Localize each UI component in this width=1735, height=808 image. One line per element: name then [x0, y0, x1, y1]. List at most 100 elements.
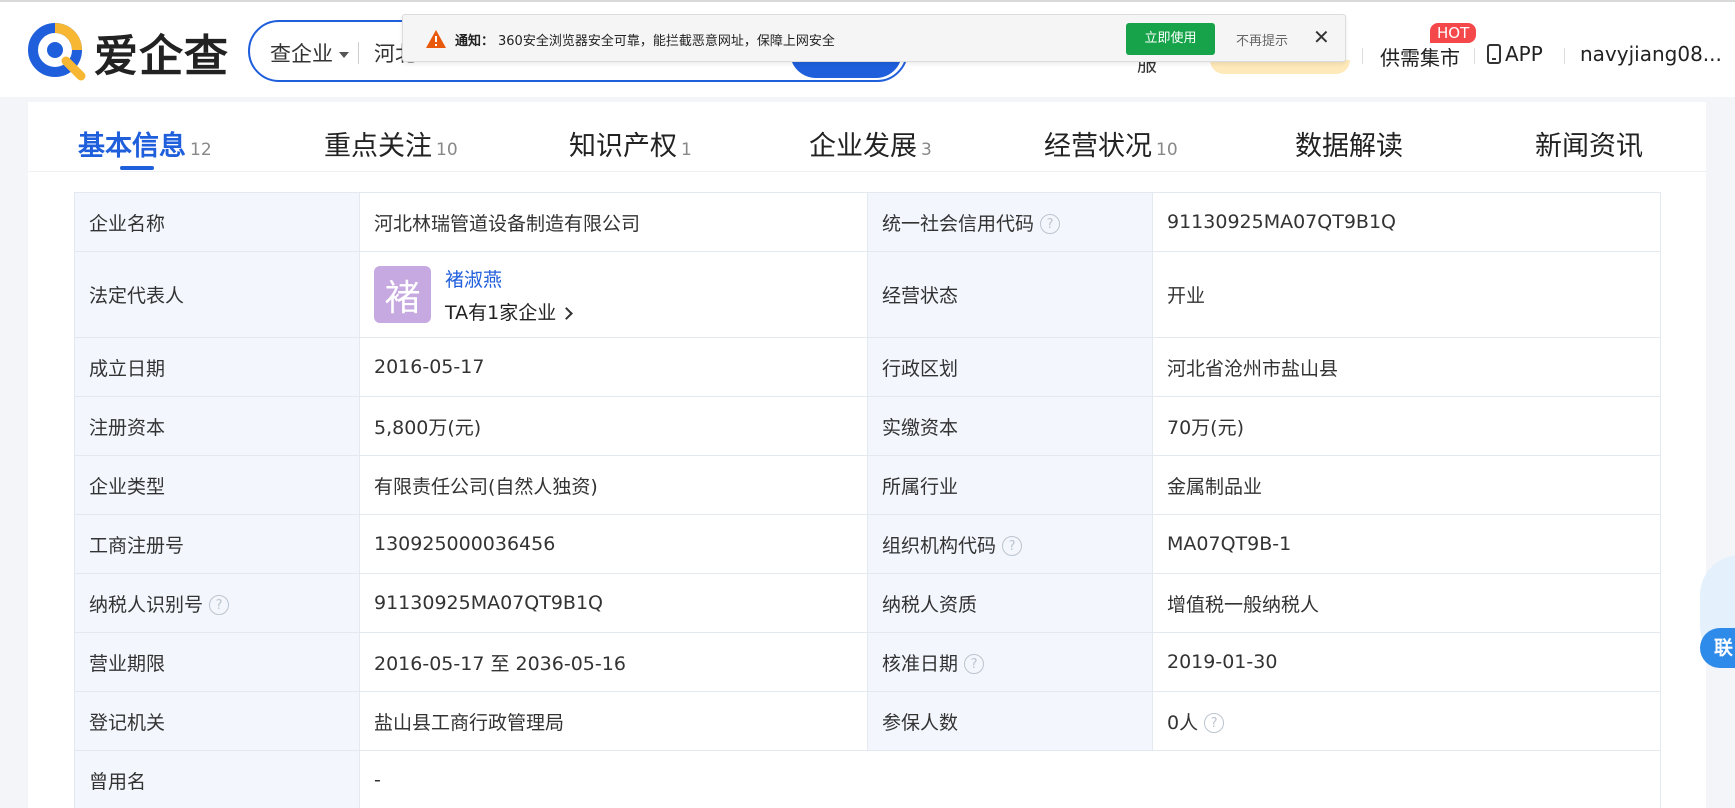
founded-label: 成立日期 [74, 337, 360, 397]
avatar[interactable]: 褚 [374, 266, 431, 323]
authority-value: 盐山县工商行政管理局 [359, 691, 868, 751]
approval-date-label: 核准日期 [882, 652, 959, 675]
tab-news[interactable]: 新闻资讯 [1535, 124, 1643, 163]
table-row: 成立日期 2016-05-17 行政区划 河北省沧州市盐山县 [74, 337, 1661, 397]
legal-rep-companies-text: TA有1家企业 [445, 301, 557, 324]
hot-badge: HOT [1430, 23, 1477, 43]
tab-label: 经营状况 [1044, 131, 1152, 162]
biz-reg-no-label: 工商注册号 [74, 514, 360, 574]
insured-value: 0人 [1167, 711, 1199, 734]
term-label: 营业期限 [74, 632, 360, 692]
taxpayer-qual-value: 增值税一般纳税人 [1152, 573, 1661, 633]
phone-icon [1487, 44, 1501, 64]
table-row: 工商注册号 130925000036456 组织机构代码? MA07QT9B-1 [74, 514, 1661, 574]
industry-label: 所属行业 [867, 455, 1153, 515]
tab-label: 重点关注 [324, 131, 432, 162]
status-value: 开业 [1152, 251, 1661, 338]
tab-operations[interactable]: 经营状况 10 [1044, 124, 1178, 163]
app-link[interactable]: APP [1487, 42, 1543, 66]
legal-rep-label: 法定代表人 [74, 251, 360, 338]
org-code-value: MA07QT9B-1 [1152, 514, 1661, 574]
help-icon[interactable]: ? [209, 595, 230, 615]
company-name-value: 河北林瑞管道设备制造有限公司 [359, 192, 868, 252]
former-name-label: 曾用名 [74, 750, 360, 808]
company-type-value: 有限责任公司(自然人独资) [359, 455, 868, 515]
paid-capital-label: 实缴资本 [867, 396, 1153, 456]
credit-code-value: 91130925MA07QT9B1Q [1152, 192, 1661, 252]
use-now-button[interactable]: 立即使用 [1126, 23, 1215, 55]
table-row: 企业类型 有限责任公司(自然人独资) 所属行业 金属制品业 [74, 455, 1661, 515]
taxpayer-id-label: 纳税人识别号 [89, 593, 204, 616]
org-code-label: 组织机构代码 [882, 534, 997, 557]
founded-value: 2016-05-17 [359, 337, 868, 397]
warning-icon [426, 30, 446, 48]
legal-rep-companies-link[interactable]: TA有1家企业 [445, 301, 574, 324]
tab-key-focus[interactable]: 重点关注 10 [324, 124, 458, 163]
tab-label: 新闻资讯 [1535, 131, 1643, 162]
insured-label: 参保人数 [867, 691, 1153, 751]
taxpayer-id-value: 91130925MA07QT9B1Q [359, 573, 868, 633]
close-icon[interactable]: ✕ [1313, 25, 1330, 49]
credit-code-label: 统一社会信用代码 [882, 212, 1035, 235]
site-logo[interactable]: 爱企查 [26, 20, 229, 84]
tab-count: 1 [681, 140, 692, 160]
biz-reg-no-value: 130925000036456 [359, 514, 868, 574]
table-row: 营业期限 2016-05-17 至 2036-05-16 核准日期? 2019-… [74, 632, 1661, 692]
term-value: 2016-05-17 至 2036-05-16 [359, 632, 868, 692]
notification-text: 360安全浏览器安全可靠，能拦截恶意网址，保障上网安全 [498, 34, 835, 49]
tab-label: 企业发展 [809, 131, 917, 162]
org-code-label-cell: 组织机构代码? [867, 514, 1153, 574]
tab-count: 12 [190, 140, 212, 160]
credit-code-label-cell: 统一社会信用代码? [867, 192, 1153, 252]
search-separator [358, 42, 359, 64]
help-icon[interactable]: ? [1204, 713, 1225, 733]
help-icon[interactable]: ? [1040, 214, 1061, 234]
tab-development[interactable]: 企业发展 3 [809, 124, 932, 163]
reg-capital-value: 5,800万(元) [359, 396, 868, 456]
chevron-right-icon [560, 306, 574, 320]
legal-rep-name-link[interactable]: 褚淑燕 [445, 265, 571, 292]
region-value: 河北省沧州市盐山县 [1152, 337, 1661, 397]
paid-capital-value: 70万(元) [1152, 396, 1661, 456]
insured-value-cell: 0人? [1152, 691, 1661, 751]
reg-capital-label: 注册资本 [74, 396, 360, 456]
tab-basic-info[interactable]: 基本信息 12 [78, 124, 212, 163]
header-divider [1362, 48, 1363, 64]
vip-button[interactable] [1210, 60, 1350, 74]
industry-value: 金属制品业 [1152, 455, 1661, 515]
header-divider [1564, 48, 1565, 64]
search-type-label: 查企业 [270, 42, 333, 66]
region-label: 行政区划 [867, 337, 1153, 397]
authority-label: 登记机关 [74, 691, 360, 751]
app-label: APP [1505, 42, 1543, 66]
browser-notification-bar: 通知： 360安全浏览器安全可靠，能拦截恶意网址，保障上网安全 立即使用 不再提… [402, 14, 1346, 62]
supply-market-link[interactable]: 供需集市 [1380, 42, 1460, 71]
header-divider [1474, 48, 1475, 64]
tab-data-insight[interactable]: 数据解读 [1295, 124, 1403, 163]
company-type-label: 企业类型 [74, 455, 360, 515]
contact-button[interactable]: 联 [1700, 628, 1735, 668]
user-menu[interactable]: navyjiang08... [1580, 42, 1730, 66]
taxpayer-id-label-cell: 纳税人识别号? [74, 573, 360, 633]
notification-label: 通知： [455, 34, 495, 49]
table-row: 登记机关 盐山县工商行政管理局 参保人数 0人? [74, 691, 1661, 751]
basic-info-table: 企业名称 河北林瑞管道设备制造有限公司 统一社会信用代码? 91130925MA… [74, 192, 1661, 808]
dont-show-again-link[interactable]: 不再提示 [1236, 30, 1288, 49]
search-type-select[interactable]: 查企业 [270, 38, 349, 68]
help-icon[interactable]: ? [964, 654, 985, 674]
logo-text: 爱企查 [94, 31, 229, 82]
help-icon[interactable]: ? [1002, 536, 1023, 556]
tab-label: 知识产权 [569, 131, 677, 162]
tab-count: 10 [436, 140, 458, 160]
status-label: 经营状态 [867, 251, 1153, 338]
table-row: 企业名称 河北林瑞管道设备制造有限公司 统一社会信用代码? 91130925MA… [74, 192, 1661, 252]
tab-ip[interactable]: 知识产权 1 [569, 124, 692, 163]
company-name-label: 企业名称 [74, 192, 360, 252]
section-tabs: 基本信息 12 重点关注 10 知识产权 1 企业发展 3 经营状况 10 数据解读 新闻… [28, 102, 1706, 172]
table-row: 注册资本 5,800万(元) 实缴资本 70万(元) [74, 396, 1661, 456]
active-tab-indicator [120, 166, 154, 170]
approval-date-label-cell: 核准日期? [867, 632, 1153, 692]
table-row: 纳税人识别号? 91130925MA07QT9B1Q 纳税人资质 增值税一般纳税… [74, 573, 1661, 633]
tab-count: 3 [921, 140, 932, 160]
tab-label: 数据解读 [1295, 131, 1403, 162]
